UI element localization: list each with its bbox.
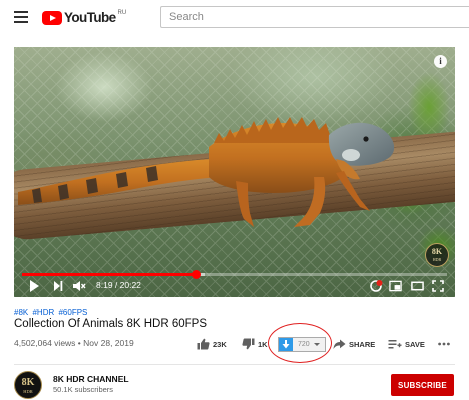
like-button[interactable]: 23K: [197, 336, 227, 352]
share-icon: [333, 339, 346, 349]
video-title: Collection Of Animals 8K HDR 60FPS: [14, 318, 208, 330]
hashtag-link[interactable]: #60FPS: [58, 308, 87, 317]
avatar-text-top: 8K: [21, 377, 35, 388]
thumbs-up-icon: [197, 338, 210, 350]
share-label: SHARE: [349, 339, 376, 349]
theater-icon[interactable]: [411, 279, 424, 293]
video-player[interactable]: i 8K HDR 8:19 / 20:22: [14, 47, 455, 297]
like-count: 23K: [213, 339, 227, 349]
play-icon[interactable]: [28, 279, 40, 293]
thumbs-down-icon: [242, 338, 255, 350]
annotation-circle: [268, 323, 332, 363]
hashtag-link[interactable]: #HDR: [32, 308, 54, 317]
info-icon[interactable]: i: [434, 55, 447, 68]
save-label: SAVE: [405, 339, 425, 349]
dislike-count: 1K: [258, 339, 268, 349]
view-stats: 4,502,064 views • Nov 28, 2019: [14, 338, 134, 348]
subscribe-button[interactable]: SUBSCRIBE: [391, 374, 454, 396]
time-separator: /: [112, 280, 120, 290]
more-actions-button[interactable]: [438, 336, 453, 352]
hashtag-list: #8K #HDR #60FPS: [14, 308, 89, 317]
fullscreen-icon[interactable]: [432, 279, 444, 293]
time-readout: 8:19 / 20:22: [96, 280, 141, 290]
logo-text: YouTube: [64, 10, 116, 25]
miniplayer-icon[interactable]: [389, 279, 402, 293]
share-button[interactable]: SHARE: [333, 336, 375, 352]
hashtag-link[interactable]: #8K: [14, 308, 28, 317]
search-input[interactable]: [160, 6, 469, 28]
autoplay-icon[interactable]: [368, 279, 384, 293]
duration: 20:22: [119, 280, 141, 290]
logo-region: RU: [117, 10, 127, 16]
progress-bar[interactable]: [22, 270, 447, 279]
video-frame-iguana: [18, 117, 395, 227]
channel-watermark-logo[interactable]: 8K HDR: [425, 243, 449, 267]
hamburger-menu-icon[interactable]: [14, 11, 28, 23]
subscriber-count: 50.1K subscribers: [53, 385, 114, 394]
more-horizontal-icon: [438, 342, 450, 346]
next-icon[interactable]: [52, 279, 64, 293]
divider: [14, 364, 455, 365]
channel-name[interactable]: 8K HDR CHANNEL: [53, 374, 129, 384]
youtube-logo[interactable]: YouTube RU: [42, 9, 126, 27]
mute-icon[interactable]: [72, 279, 86, 293]
progress-played: [22, 273, 197, 276]
add-to-playlist-icon: [388, 339, 402, 348]
youtube-play-logo-icon: [42, 11, 62, 25]
avatar-text-bottom: HDR: [23, 389, 33, 394]
save-button[interactable]: SAVE: [388, 336, 425, 352]
date-separator: •: [75, 338, 84, 348]
upload-date: Nov 28, 2019: [83, 338, 134, 348]
current-time: 8:19: [96, 280, 113, 290]
channel-avatar[interactable]: 8K HDR: [14, 371, 42, 399]
view-count: 4,502,064 views: [14, 338, 76, 348]
masthead: YouTube RU: [0, 0, 469, 36]
dislike-button[interactable]: 1K: [242, 336, 268, 352]
